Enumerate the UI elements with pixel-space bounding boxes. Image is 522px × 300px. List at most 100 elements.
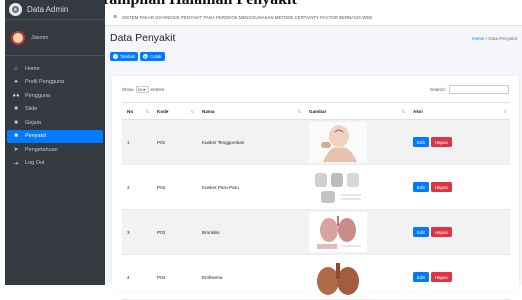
breadcrumb: Home / Data Penyakit: [472, 36, 517, 41]
column-header-label: Gambar: [309, 108, 327, 114]
sidebar-item-penyakit[interactable]: ■ Penyakit: [7, 129, 103, 143]
column-header-kode[interactable]: Kode ⇅: [152, 102, 197, 120]
content-header: Data Penyakit Home / Data Penyakit: [105, 26, 522, 50]
delete-button[interactable]: Hapus: [430, 272, 452, 282]
user-panel[interactable]: Jasmin: [5, 20, 105, 56]
sidebar-item-gejala[interactable]: ■ Gejala: [7, 116, 103, 130]
sidebar-item-pengetahuan[interactable]: ➤ Pengetahuan: [7, 143, 103, 157]
disease-image: [309, 212, 367, 252]
column-header-gambar[interactable]: Gambar ⇅: [304, 102, 408, 120]
table-tools: Show 10 ▾ entries Search:: [112, 76, 519, 102]
print-button[interactable]: ▤ Cetak: [140, 52, 165, 61]
sidebar-item-pengguna[interactable]: ●● Pengguna: [7, 89, 103, 103]
disease-image: [309, 122, 367, 162]
sort-icon: ⇅: [503, 108, 507, 114]
print-icon: ▤: [143, 54, 149, 59]
column-header-label: No: [127, 108, 134, 114]
sidebar-item-label: Home: [25, 65, 40, 72]
book-icon: ■: [14, 133, 18, 140]
cell-kode: P04: [152, 254, 197, 300]
column-header-label: Nama: [202, 108, 215, 114]
cell-nama: Kanker Tenggorokan: [197, 119, 304, 165]
search-label: Search:: [430, 86, 446, 92]
edit-button[interactable]: Edit: [413, 272, 429, 282]
cell-nama: Bronkitis: [197, 209, 304, 255]
sort-icon: ⇅: [297, 108, 301, 114]
print-button-label: Cetak: [150, 54, 162, 59]
cell-no: 2: [122, 164, 152, 210]
plus-circle-icon: +: [113, 54, 118, 59]
table-row: 2 P02 Kanker Paru-Paru Edit Hapus: [122, 164, 510, 210]
sidebar-item-label: Profil Pengguna: [25, 79, 65, 86]
paper-plane-icon: ➤: [13, 147, 19, 154]
sidebar-item-slide[interactable]: ■ Slide: [7, 103, 103, 117]
sort-icon: ⇅: [145, 108, 149, 114]
app-title: SISTEM PAKAR DIAGNOSIS PENYAKIT PADA PER…: [122, 14, 373, 20]
search-input[interactable]: [449, 84, 509, 94]
entries-value: 10: [137, 86, 142, 92]
sidebar-item-profil-pengguna[interactable]: ● Profil Pengguna: [7, 76, 103, 90]
breadcrumb-separator: /: [485, 35, 488, 41]
column-header-label: Aksi: [413, 108, 423, 114]
cell-aksi: Edit Hapus: [408, 209, 510, 255]
show-entries: Show 10 ▾ entries: [122, 85, 164, 93]
sort-icon: ⇅: [401, 108, 405, 114]
sign-out-icon: ⇥: [13, 160, 19, 167]
cell-gambar: [304, 164, 408, 210]
brand-name: Data Admin: [27, 5, 69, 14]
cell-no: 4: [122, 254, 152, 300]
cell-nama: Emfisema: [197, 254, 304, 300]
column-header-no[interactable]: No ⇅: [122, 102, 152, 120]
add-button[interactable]: + Tambah: [110, 52, 139, 61]
entries-select[interactable]: 10 ▾: [135, 85, 149, 93]
cell-aksi: Edit Hapus: [408, 254, 510, 300]
sidebar-item-label: Pengetahuan: [25, 146, 58, 153]
show-label: Show: [122, 86, 134, 92]
column-header-aksi[interactable]: Aksi ⇅: [408, 102, 510, 120]
search: Search:: [430, 84, 509, 94]
cell-gambar: [304, 119, 408, 165]
avatar: [11, 30, 25, 45]
sidebar-item-label: Pengguna: [25, 92, 51, 99]
table-row: 4 P04 Emfisema Edit Hapus: [122, 254, 510, 300]
cell-kode: P02: [152, 164, 197, 210]
sort-icon: ⇅: [190, 108, 194, 114]
users-icon: ●●: [12, 92, 20, 99]
sidebar-item-home[interactable]: ⌂ Home: [7, 62, 103, 76]
delete-button[interactable]: Hapus: [430, 182, 452, 192]
brand-logo-icon: [9, 3, 22, 16]
edit-button[interactable]: Edit: [413, 227, 429, 237]
cell-no: 3: [122, 209, 152, 255]
document-heading-text: Tampilan Halaman Penyakit: [100, 0, 297, 9]
action-bar: + Tambah ▤ Cetak: [105, 50, 522, 63]
delete-button[interactable]: Hapus: [430, 227, 452, 237]
sidebar: Data Admin Jasmin ⌂ Home ● Profil Penggu…: [5, 0, 105, 285]
book-icon: ■: [14, 106, 18, 113]
disease-image: [309, 257, 367, 297]
user-name: Jasmin: [31, 34, 49, 41]
disease-image: [309, 167, 367, 207]
cell-aksi: Edit Hapus: [408, 164, 510, 210]
column-header-nama[interactable]: Nama ⇅: [197, 102, 304, 120]
add-button-label: Tambah: [120, 54, 136, 59]
cell-gambar: [304, 254, 408, 300]
topbar: ≡ SISTEM PAKAR DIAGNOSIS PENYAKIT PADA P…: [105, 9, 522, 26]
delete-button[interactable]: Hapus: [430, 137, 452, 147]
main-content: Data Penyakit Home / Data Penyakit + Tam…: [105, 26, 522, 300]
brand[interactable]: Data Admin: [5, 0, 105, 20]
user-icon: ●: [14, 79, 18, 86]
home-icon: ⌂: [14, 65, 18, 72]
hamburger-menu-icon[interactable]: ≡: [113, 14, 117, 21]
sidebar-item-label: Slide: [25, 106, 38, 113]
edit-button[interactable]: Edit: [413, 137, 429, 147]
sidebar-item-label: Gejala: [25, 119, 41, 126]
sidebar-item-label: Log Out: [25, 160, 45, 167]
edit-button[interactable]: Edit: [413, 182, 429, 192]
cell-kode: P01: [152, 119, 197, 165]
breadcrumb-home-link[interactable]: Home: [472, 36, 484, 41]
breadcrumb-current: Data Penyakit: [488, 35, 517, 41]
table-row: 1 P01 Kanker Tenggorokan Edit Hapus: [122, 119, 510, 165]
sidebar-item-log-out[interactable]: ⇥ Log Out: [7, 157, 103, 171]
cell-gambar: [304, 209, 408, 255]
cell-no: 1: [122, 119, 152, 165]
